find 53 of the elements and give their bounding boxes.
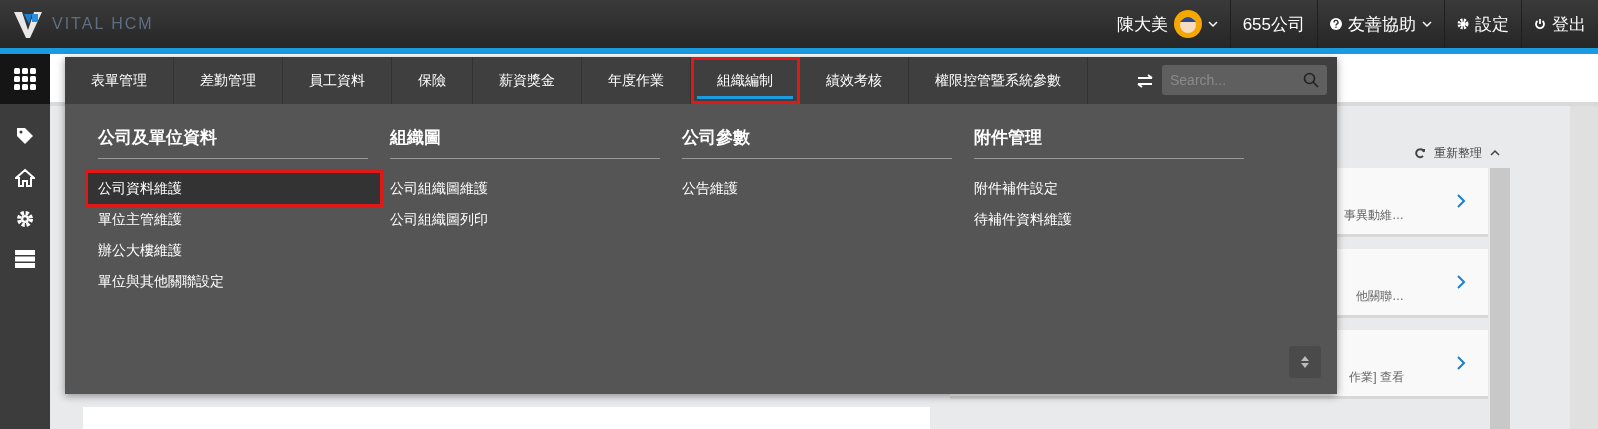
chevron-right-icon[interactable] [1456,274,1466,290]
settings-icon[interactable] [1457,18,1469,30]
power-icon[interactable] [1534,18,1546,30]
menu-item[interactable]: 公司組織圖維護 [390,173,660,204]
help-menu[interactable]: 友善協助 [1348,12,1416,36]
menu-tab[interactable]: 差勤管理 [174,57,283,104]
settings-link[interactable]: 設定 [1475,12,1509,36]
column-heading: 公司參數 [682,126,952,159]
menu-tab[interactable]: 保險 [392,57,473,104]
refresh-icon[interactable] [1414,147,1426,159]
help-icon[interactable] [1330,18,1342,30]
card-text: 作業] 查看 [1349,368,1404,386]
menu-tab[interactable]: 權限控管暨系統參數 [909,57,1088,104]
search-icon[interactable] [1303,72,1319,88]
sort-icon[interactable] [1300,355,1310,369]
menu-item[interactable]: 公告維護 [682,173,952,204]
menu-item[interactable]: 單位主管維護 [98,204,368,235]
menu-item[interactable]: 單位與其他關聯設定 [98,266,368,297]
menu-item[interactable]: 公司組織圖列印 [390,204,660,235]
caret-icon[interactable] [1422,20,1432,28]
menu-item[interactable]: 辦公大樓維護 [98,235,368,266]
tag-icon[interactable] [15,126,35,146]
caret-icon[interactable] [1207,20,1218,28]
avatar-icon[interactable] [1173,10,1202,38]
collapse-icon[interactable] [1490,149,1500,157]
chevron-right-icon[interactable] [1456,193,1466,209]
apps-grid-icon[interactable] [14,68,36,90]
menu-item[interactable]: 待補件資料維護 [974,204,1244,235]
user-name[interactable]: 陳大美 [1116,12,1168,36]
menu-item[interactable]: 附件補件設定 [974,173,1244,204]
card-text: 他關聯… [1356,287,1404,305]
column-heading: 附件管理 [974,126,1244,159]
company-name[interactable]: 655公司 [1242,12,1305,36]
home-icon[interactable] [15,168,35,188]
card-text: 事異動維… [1344,206,1404,224]
chevron-right-icon[interactable] [1456,355,1466,371]
menu-tab[interactable]: 表單管理 [65,57,174,104]
refresh-label[interactable]: 重新整理 [1434,144,1482,162]
menu-tab[interactable]: 年度作業 [582,57,691,104]
server-icon[interactable] [15,250,35,268]
swap-icon[interactable] [1136,73,1154,88]
menu-item[interactable]: 公司資料維護 [88,173,380,204]
menu-tab[interactable]: 薪資獎金 [473,57,582,104]
menu-tab[interactable]: 組織編制 [691,57,800,104]
settings-icon[interactable] [16,210,34,228]
menu-tab[interactable]: 員工資料 [283,57,392,104]
logout-link[interactable]: 登出 [1552,12,1586,36]
scrollbar[interactable] [1490,168,1510,429]
column-heading: 組織圖 [390,126,660,159]
sort-button[interactable] [1289,346,1321,378]
logo-text: VITAL HCM [52,15,154,33]
column-heading: 公司及單位資料 [98,126,368,159]
menu-tab[interactable]: 績效考核 [800,57,909,104]
